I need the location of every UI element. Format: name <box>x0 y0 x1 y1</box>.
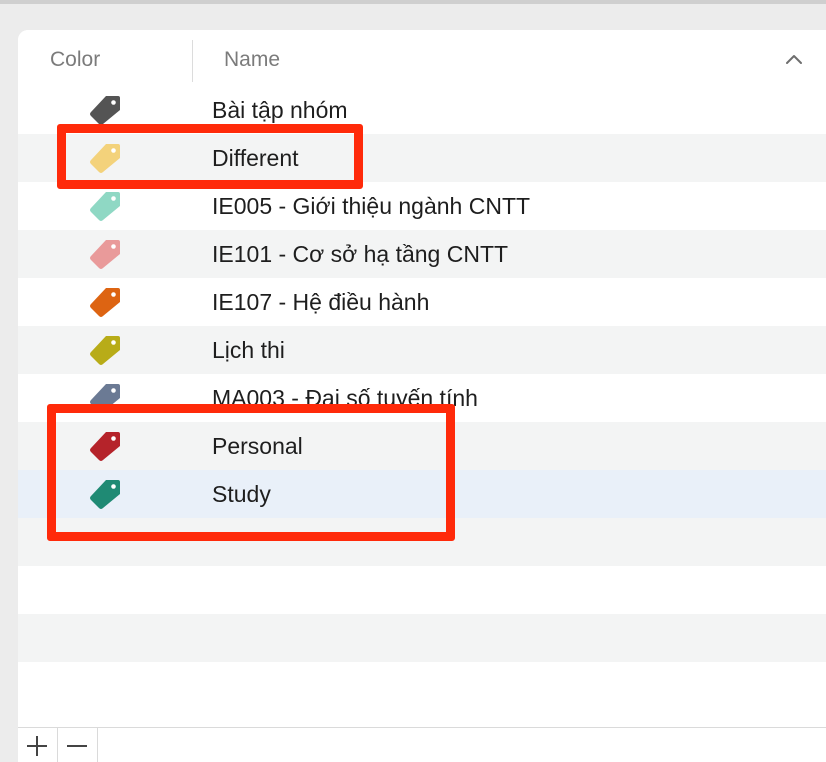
table-header: Color Name <box>18 30 826 92</box>
list-toolbar <box>18 727 826 762</box>
remove-button[interactable] <box>58 728 98 762</box>
tag-icon <box>90 240 120 269</box>
tag-icon <box>90 336 120 365</box>
highlight-box-personal-study <box>47 404 455 541</box>
table-row[interactable]: IE107 - Hệ điều hành <box>18 278 826 326</box>
empty-row <box>18 614 826 662</box>
tag-name-label: IE107 - Hệ điều hành <box>212 289 430 315</box>
empty-row <box>18 566 826 614</box>
tag-icon <box>90 96 120 125</box>
table-row[interactable]: Lịch thi <box>18 326 826 374</box>
tag-icon <box>90 288 120 317</box>
column-header-color[interactable]: Color <box>50 48 100 72</box>
table-row[interactable]: IE005 - Giới thiệu ngành CNTT <box>18 182 826 230</box>
column-header-name[interactable]: Name <box>224 48 280 72</box>
plus-icon <box>27 736 47 756</box>
tag-name-label: Bài tập nhóm <box>212 97 348 123</box>
tag-name-label: IE005 - Giới thiệu ngành CNTT <box>212 193 531 219</box>
empty-row <box>18 662 826 710</box>
highlight-box-different <box>57 124 363 189</box>
table-row[interactable]: IE101 - Cơ sở hạ tầng CNTT <box>18 230 826 278</box>
tag-icon <box>90 192 120 221</box>
chevron-up-icon[interactable] <box>784 52 804 66</box>
add-button[interactable] <box>18 728 58 762</box>
column-separator[interactable] <box>192 40 193 82</box>
tag-name-label: Lịch thi <box>212 337 285 363</box>
minus-icon <box>67 745 87 747</box>
tag-name-label: IE101 - Cơ sở hạ tầng CNTT <box>212 241 509 267</box>
window-top-edge <box>0 0 826 4</box>
